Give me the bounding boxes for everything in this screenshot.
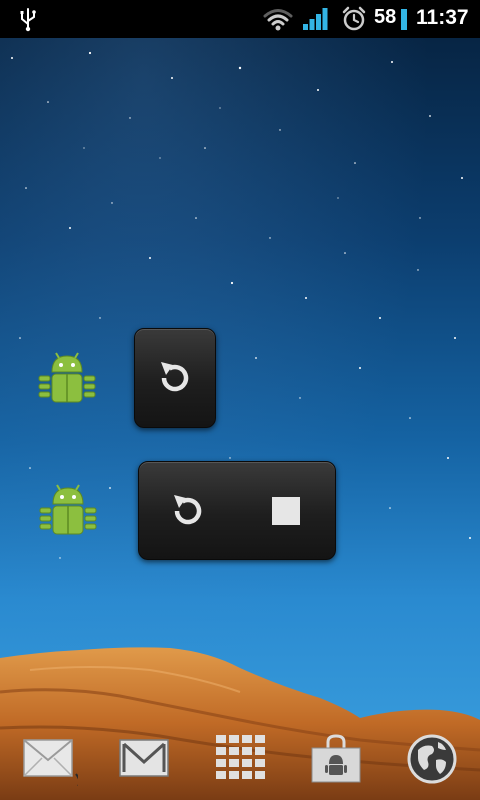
gmail-icon[interactable] [114,730,174,788]
restart-icon[interactable] [158,481,218,541]
wifi-icon [263,9,293,31]
market-icon[interactable] [306,730,366,788]
widget-large [138,461,336,560]
email-icon[interactable] [18,730,78,788]
browser-icon[interactable] [402,730,462,788]
clock: 11:37 [416,6,469,29]
restart-icon[interactable] [145,348,205,408]
stop-icon[interactable] [256,481,316,541]
app-drawer-icon[interactable] [210,730,270,788]
alarm-icon [342,6,366,31]
widget-small [134,328,216,428]
battery-icon [401,9,407,30]
usb-icon [20,8,36,32]
status-bar: 58 11:37 [0,0,480,38]
android-robot-icon[interactable] [37,482,99,544]
battery-level: 58 [374,6,397,28]
signal-icon [303,8,328,30]
android-robot-icon[interactable] [36,350,98,412]
